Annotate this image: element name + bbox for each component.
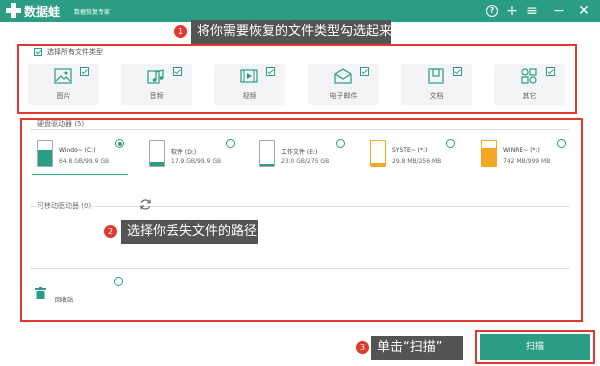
drive-size: 742 MB/999 MB <box>503 158 551 165</box>
file-type-checkbox[interactable] <box>80 67 89 76</box>
recycle-bin-label[interactable]: 回收站 <box>55 295 73 304</box>
drive-name: Windo~ (C:) <box>59 147 96 154</box>
close-icon[interactable]: ✕ <box>576 2 592 19</box>
drive-system[interactable]: SYSTE~ (*:) 29.8 MB/256 MB <box>370 137 480 173</box>
menu-icon[interactable]: ≡ <box>524 2 540 19</box>
selected-drive-underline <box>32 174 128 175</box>
app-name: 数据蛙 <box>24 5 61 19</box>
refresh-icon[interactable] <box>139 198 152 211</box>
hard-drive-icon <box>149 140 165 167</box>
file-type-document[interactable]: 文档 <box>401 64 472 105</box>
file-type-checkbox[interactable] <box>546 67 555 76</box>
step-3-callout: 单击“扫描” <box>371 336 463 360</box>
drive-size: 64.8 GB/99.9 GB <box>59 158 110 165</box>
file-type-checkbox[interactable] <box>173 67 182 76</box>
hard-drive-icon <box>37 140 53 167</box>
file-type-video[interactable]: 视频 <box>214 64 285 105</box>
drive-d-radio[interactable] <box>226 139 235 148</box>
drive-c[interactable]: Windo~ (C:) 64.8 GB/99.9 GB <box>37 137 147 173</box>
step-1-badge: 1 <box>174 25 187 38</box>
file-type-label: 视频 <box>242 92 257 100</box>
step-2-badge: 2 <box>104 225 117 238</box>
drive-winre[interactable]: WINRE~ (*:) 742 MB/999 MB <box>481 137 591 173</box>
file-type-audio[interactable]: 音频 <box>121 64 192 105</box>
help-icon[interactable]: ? <box>484 2 500 19</box>
drive-system-radio[interactable] <box>446 139 455 148</box>
drive-name: 工作文件 (E:) <box>281 149 318 156</box>
video-icon <box>240 69 258 83</box>
hard-drive-icon <box>370 140 386 167</box>
step-2-callout: 选择你丢失文件的路径 <box>121 220 258 244</box>
drive-d[interactable]: 软件 (D:) 17.9 GB/99.9 GB <box>149 137 259 173</box>
drive-e[interactable]: 工作文件 (E:) 23.0 GB/275 GB <box>259 137 369 173</box>
step-1-callout: 将你需要恢复的文件类型勾选起来 <box>191 20 392 44</box>
plus-icon[interactable]: + <box>504 2 520 19</box>
drive-size: 17.9 GB/99.9 GB <box>171 158 222 165</box>
hard-drives-title: 硬盘驱动器 (5) <box>37 120 85 128</box>
app-slogan: 数据恢复专家 <box>74 9 111 16</box>
recycle-bin-radio[interactable] <box>114 277 123 286</box>
recycle-bin-icon <box>35 287 46 299</box>
file-type-checkbox[interactable] <box>266 67 275 76</box>
document-icon <box>428 68 444 84</box>
file-type-label: 其它 <box>522 92 537 100</box>
minimize-icon[interactable]: − <box>551 2 567 19</box>
app-logo-icon <box>5 2 21 19</box>
audio-icon <box>147 69 164 84</box>
file-type-label: 图片 <box>56 92 71 100</box>
drive-c-radio[interactable] <box>115 139 124 148</box>
section-divider <box>30 268 570 269</box>
file-type-email[interactable]: 电子邮件 <box>308 64 379 105</box>
select-all-label: 选择所有文件类型 <box>47 48 103 56</box>
file-type-label: 文档 <box>429 92 444 100</box>
image-icon <box>54 68 72 84</box>
file-type-label: 电子邮件 <box>329 92 358 100</box>
scan-button[interactable]: 扫描 <box>480 334 590 360</box>
step-3-badge: 3 <box>356 341 369 354</box>
drive-name: WINRE~ (*:) <box>503 147 540 154</box>
file-type-checkbox[interactable] <box>453 67 462 76</box>
drive-e-radio[interactable] <box>336 139 345 148</box>
drive-winre-radio[interactable] <box>557 139 566 148</box>
drive-name: 软件 (D:) <box>171 149 197 156</box>
drive-size: 23.0 GB/275 GB <box>281 158 330 165</box>
file-type-others[interactable]: 其它 <box>494 64 565 105</box>
file-type-image[interactable]: 图片 <box>28 64 99 105</box>
hard-drive-icon <box>481 140 497 167</box>
section-divider <box>30 129 570 130</box>
section-divider <box>30 206 570 207</box>
drive-name: SYSTE~ (*:) <box>392 147 428 154</box>
select-all-checkbox[interactable] <box>34 48 42 56</box>
file-type-checkbox[interactable] <box>360 67 369 76</box>
title-bar: 数据蛙 数据恢复专家 ? + ≡ − ✕ <box>0 0 600 22</box>
drive-size: 29.8 MB/256 MB <box>392 158 442 165</box>
email-icon <box>334 68 352 84</box>
file-type-label: 音频 <box>149 92 164 100</box>
others-icon <box>521 68 537 84</box>
hard-drive-icon <box>259 140 275 167</box>
select-all-file-types[interactable]: 选择所有文件类型 <box>34 47 103 57</box>
